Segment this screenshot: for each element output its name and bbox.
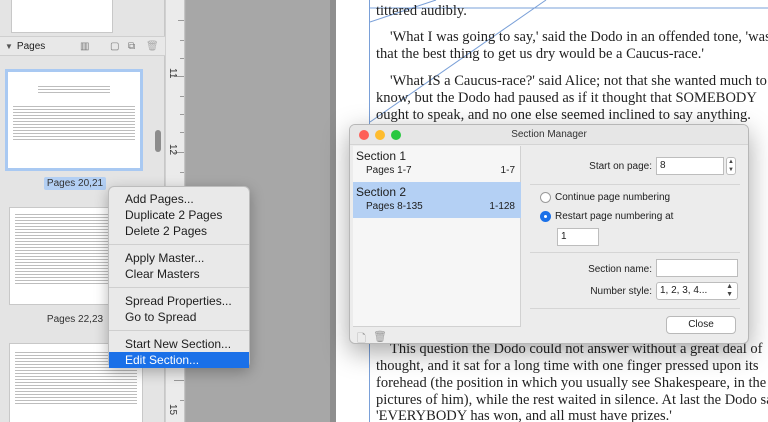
add-section-icon[interactable]: 🗋 [357,330,366,343]
disclosure-triangle-icon[interactable]: ▼ [5,42,13,51]
menu-separator [109,330,249,331]
ruler-number: 11 [167,68,178,79]
pages-panel-header: ▼ Pages ▥ ▢ ⧉ 🗑 [0,36,165,56]
restart-numbering-label[interactable]: Restart page numbering at [555,211,673,222]
menu-item-add-pages[interactable]: Add Pages... [109,191,249,207]
section-name-label: Section name: [588,264,652,275]
trash-icon[interactable]: 🗑 [146,41,159,52]
restart-numbering-field[interactable]: 1 [557,228,599,246]
document-text-line: that the best thing to get us dry would … [376,46,704,62]
document-text-line: 'What IS a Caucus-race?' said Alice; not… [390,73,767,89]
menu-item-duplicate-pages[interactable]: Duplicate 2 Pages [109,207,249,223]
section-row-2[interactable]: Section 2 Pages 8-135 1-128 [353,182,521,218]
separator [530,184,740,185]
menu-item-spread-properties[interactable]: Spread Properties... [109,293,249,309]
menu-item-go-to-spread[interactable]: Go to Spread [109,309,249,325]
document-text-line: know, but the Dodo had paused as if it t… [376,90,757,106]
pages-context-menu: Add Pages... Duplicate 2 Pages Delete 2 … [108,186,250,368]
section-range: 1-128 [489,201,515,212]
start-on-page-stepper[interactable]: ▲ ▼ [726,157,736,175]
delete-section-icon[interactable]: 🗑 [373,330,387,343]
window-title: Section Manager [511,129,587,140]
close-button[interactable]: Close [666,316,736,334]
page-thumbnail-20-21[interactable] [8,72,140,168]
section-list-footer: 🗋 🗑 [353,326,521,343]
page-thumbnail-top[interactable] [12,0,112,32]
continue-numbering-radio[interactable] [540,192,551,203]
document-text-line: 'What I was going to say,' said the Dodo… [390,29,768,45]
document-text-line: 'EVERYBODY has won, and all must have pr… [376,408,672,422]
menu-item-edit-section[interactable]: Edit Section... [109,352,249,368]
document-text-line: ought to speak, and no one else seemed i… [376,107,751,123]
document-text-line: forehead (the position in which you usua… [376,375,767,391]
section-range: 1-7 [500,165,515,176]
chevron-updown-icon: ▲ ▼ [726,283,733,298]
section-name: Section 1 [356,149,407,163]
menu-item-clear-masters[interactable]: Clear Masters [109,266,249,282]
menu-separator [109,287,249,288]
separator [530,308,740,309]
duplicate-page-icon[interactable]: ⧉ [128,41,135,52]
window-titlebar[interactable]: Section Manager [350,125,748,145]
document-text-line: thought, and it sat for a long time with… [376,358,759,374]
separator [530,252,740,253]
start-on-page-field[interactable]: 8 [656,157,724,175]
ruler-number: 12 [167,144,178,156]
add-page-icon[interactable]: ▢ [110,41,119,52]
menu-item-start-new-section[interactable]: Start New Section... [109,336,249,352]
pages-header-label: Pages [16,40,46,52]
section-name: Section 2 [356,185,407,199]
section-pages: Pages 1-7 [366,165,412,176]
thumbnail-size-icon[interactable]: ▥ [80,41,89,52]
section-row-1[interactable]: Section 1 Pages 1-7 1-7 [353,146,521,182]
menu-item-delete-pages[interactable]: Delete 2 Pages [109,223,249,239]
document-text-line: tittered audibly. [376,3,467,19]
number-style-label: Number style: [590,286,652,297]
section-manager-window: Section Manager Section 1 Pages 1-7 1-7 … [349,124,749,344]
menu-item-apply-master[interactable]: Apply Master... [109,250,249,266]
menu-separator [109,244,249,245]
section-pages: Pages 8-135 [366,201,423,212]
restart-numbering-radio[interactable] [540,211,551,222]
section-list: Section 1 Pages 1-7 1-7 Section 2 Pages … [353,146,521,326]
number-style-select[interactable]: 1, 2, 3, 4... ▲ ▼ [656,282,738,300]
continue-numbering-label[interactable]: Continue page numbering [555,192,670,203]
ruler-number: 15 [167,404,178,416]
section-name-field[interactable] [656,259,738,277]
start-on-page-label: Start on page: [589,161,652,172]
pages-scrollbar-thumb[interactable] [155,130,161,152]
number-style-value: 1, 2, 3, 4... [660,285,708,296]
